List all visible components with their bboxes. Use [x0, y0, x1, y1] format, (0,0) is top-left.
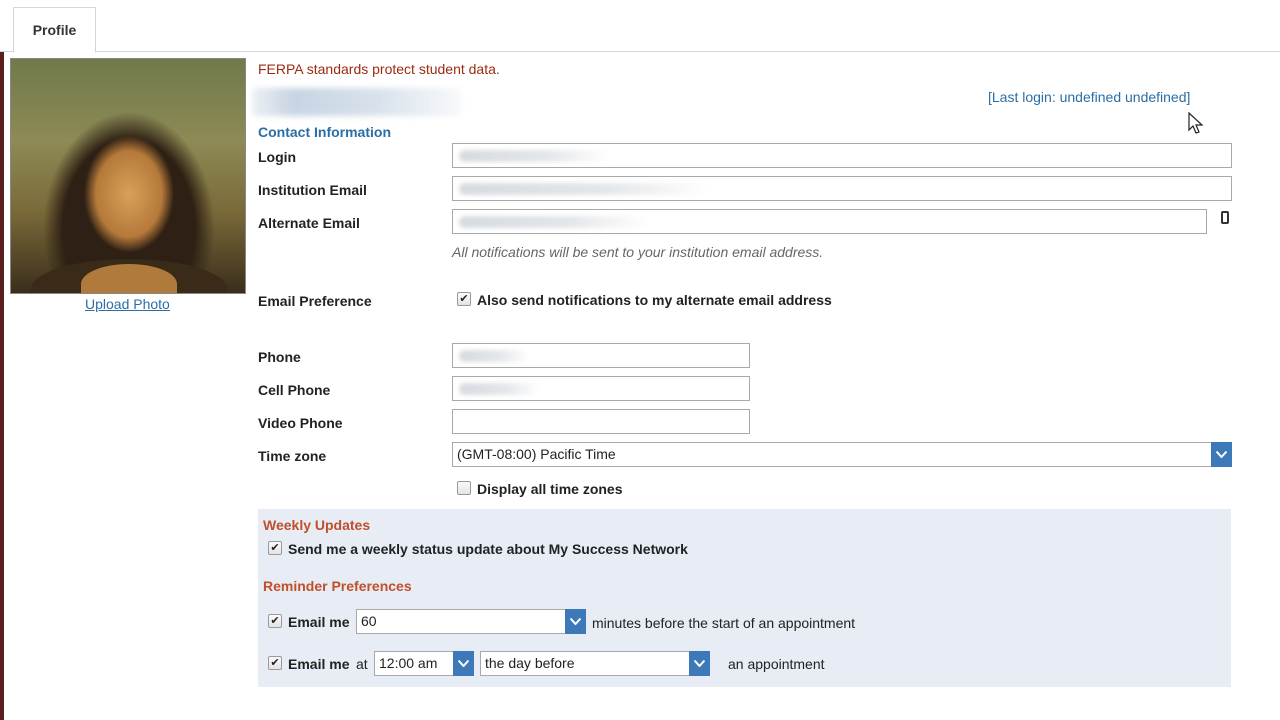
institution-email-input[interactable] [452, 176, 1232, 201]
ferpa-notice: FERPA standards protect student data. [258, 61, 500, 77]
login-input[interactable] [452, 143, 1232, 168]
notifications-hint: All notifications will be sent to your i… [452, 244, 824, 260]
reminder-minutes-suffix: minutes before the start of an appointme… [592, 615, 856, 631]
reminder-appointment-suffix: an appointment [728, 656, 825, 672]
reminder-email-day-checkbox[interactable]: ✔ [268, 656, 282, 670]
chevron-down-icon[interactable] [689, 651, 710, 676]
reminder-time-value: 12:00 am [379, 655, 438, 671]
reminder-day-value: the day before [485, 655, 575, 671]
reminder-email-me-label-2: Email me [288, 656, 350, 672]
phone-label: Phone [258, 349, 301, 365]
chevron-down-icon[interactable] [565, 609, 586, 634]
alternate-email-notify-checkbox[interactable]: ✔ [457, 292, 471, 306]
reminder-minutes-select[interactable]: 60 [356, 609, 586, 634]
alternate-email-input[interactable] [452, 209, 1207, 234]
reminder-at-label: at [356, 656, 368, 672]
chevron-down-icon[interactable] [1211, 442, 1232, 467]
profile-photo [10, 58, 246, 294]
phone-input[interactable] [452, 343, 750, 368]
left-edge-bar [0, 52, 4, 720]
time-zone-label: Time zone [258, 448, 327, 464]
last-login-text: [Last login: undefined undefined] [988, 89, 1191, 105]
reminder-email-me-label: Email me [288, 614, 350, 630]
video-phone-label: Video Phone [258, 415, 343, 431]
time-zone-value: (GMT-08:00) Pacific Time [457, 446, 616, 462]
mobile-phone-icon[interactable] [1221, 211, 1229, 224]
cell-phone-input[interactable] [452, 376, 750, 401]
reminder-email-minutes-checkbox[interactable]: ✔ [268, 614, 282, 628]
weekly-updates-heading: Weekly Updates [263, 517, 371, 533]
alternate-email-notify-label: Also send notifications to my alternate … [477, 292, 832, 308]
cell-phone-label: Cell Phone [258, 382, 331, 398]
weekly-update-checkbox[interactable]: ✔ [268, 541, 282, 555]
upload-photo-link[interactable]: Upload Photo [85, 296, 170, 312]
blurred-user-name [252, 88, 462, 116]
reminder-minutes-value: 60 [361, 613, 377, 629]
display-all-timezones-checkbox[interactable] [457, 481, 471, 495]
mouse-cursor-icon [1188, 112, 1204, 134]
video-phone-input[interactable] [452, 409, 750, 434]
institution-email-label: Institution Email [258, 182, 367, 198]
time-zone-select[interactable]: (GMT-08:00) Pacific Time [452, 442, 1232, 467]
tab-bar: Profile [0, 0, 1280, 53]
login-label: Login [258, 149, 297, 165]
reminder-time-select[interactable]: 12:00 am [374, 651, 474, 676]
tab-profile[interactable]: Profile [13, 7, 96, 53]
reminder-day-select[interactable]: the day before [480, 651, 710, 676]
alternate-email-label: Alternate Email [258, 215, 360, 231]
reminder-preferences-heading: Reminder Preferences [263, 578, 412, 594]
email-preference-label: Email Preference [258, 293, 372, 309]
weekly-update-label: Send me a weekly status update about My … [288, 541, 688, 557]
display-all-timezones-label: Display all time zones [477, 481, 623, 497]
chevron-down-icon[interactable] [453, 651, 474, 676]
contact-information-heading: Contact Information [258, 124, 391, 140]
